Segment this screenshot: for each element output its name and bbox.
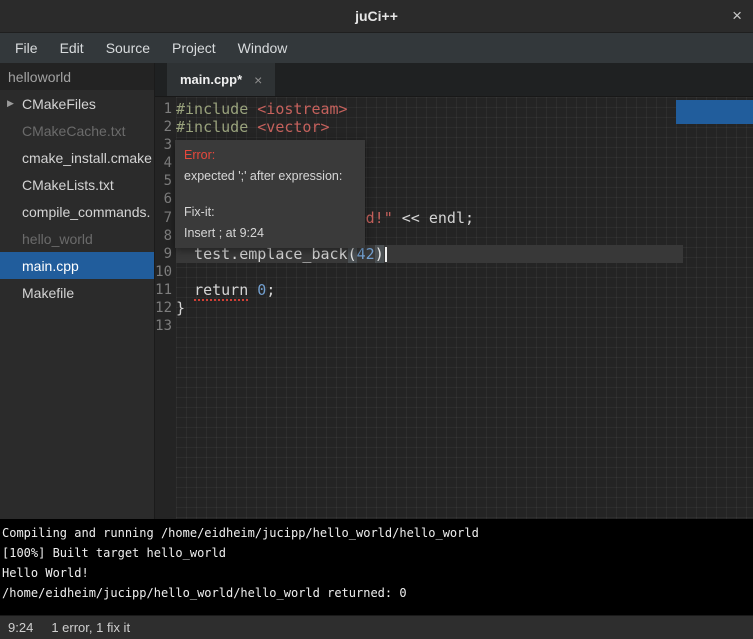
code-text: #include <vector> bbox=[176, 118, 753, 136]
menu-item-source[interactable]: Source bbox=[95, 33, 161, 63]
main-area: helloworld ▶ CMakeFiles CMakeCache.txt cmak… bbox=[0, 63, 753, 519]
code-token: #include bbox=[176, 118, 257, 136]
code-token: 0 bbox=[257, 281, 266, 299]
line-number: 8 bbox=[155, 227, 176, 245]
tree-item-label: compile_commands. bbox=[22, 204, 150, 220]
line-number: 1 bbox=[155, 100, 176, 118]
terminal-line: [100%] Built target hello_world bbox=[2, 543, 751, 563]
code-token: << endl; bbox=[393, 209, 474, 227]
code-token: } bbox=[176, 299, 185, 317]
project-name-header: helloworld bbox=[0, 63, 154, 90]
editor-pane: main.cpp*× 1#include <iostream>2#include… bbox=[155, 63, 753, 519]
tab-label: main.cpp* bbox=[180, 72, 242, 87]
code-token: <iostream> bbox=[257, 100, 347, 118]
expander-icon[interactable]: ▶ bbox=[7, 98, 14, 109]
line-number: 5 bbox=[155, 172, 176, 190]
app-window: juCi++ × FileEditSourceProjectWindow hel… bbox=[0, 0, 753, 639]
code-token: d!" bbox=[366, 209, 393, 227]
code-text: #include <iostream> bbox=[176, 100, 753, 118]
tooltip-fixit-message: Insert ; at 9:24 bbox=[184, 226, 356, 240]
line-number: 9 bbox=[155, 245, 176, 263]
code-line-2[interactable]: 2#include <vector> bbox=[155, 118, 753, 136]
code-token: #include bbox=[176, 100, 257, 118]
code-line-10[interactable]: 10 bbox=[155, 263, 753, 281]
line-number: 4 bbox=[155, 154, 176, 172]
code-token bbox=[176, 281, 194, 299]
tree-item-cmakefiles[interactable]: ▶ CMakeFiles bbox=[0, 90, 154, 117]
tooltip-fixit-title: Fix-it: bbox=[184, 205, 356, 219]
line-number: 11 bbox=[155, 281, 176, 299]
tree-item-compile-commands[interactable]: compile_commands. bbox=[0, 198, 154, 225]
sidebar: helloworld ▶ CMakeFiles CMakeCache.txt cmak… bbox=[0, 63, 155, 519]
terminal-line: Hello World! bbox=[2, 563, 751, 583]
titlebar[interactable]: juCi++ × bbox=[0, 0, 753, 33]
tree-item-label: Makefile bbox=[22, 285, 74, 301]
code-token bbox=[248, 281, 257, 299]
line-number: 3 bbox=[155, 136, 176, 154]
line-number: 6 bbox=[155, 190, 176, 208]
scrollbar-thumb[interactable] bbox=[676, 100, 753, 124]
tab-close-icon[interactable]: × bbox=[254, 72, 262, 88]
tree-item-label: CMakeFiles bbox=[22, 96, 96, 112]
text-cursor bbox=[385, 247, 387, 262]
cursor-position: 9:24 bbox=[8, 620, 33, 635]
menu-item-edit[interactable]: Edit bbox=[49, 33, 95, 63]
line-number: 10 bbox=[155, 263, 176, 281]
tree-item-makefile[interactable]: Makefile bbox=[0, 279, 154, 306]
code-text bbox=[176, 317, 753, 335]
tab-main-cpp[interactable]: main.cpp* × bbox=[167, 63, 275, 96]
code-line-12[interactable]: 12} bbox=[155, 299, 753, 317]
line-number: 2 bbox=[155, 118, 176, 136]
terminal-line: Compiling and running /home/eidheim/juci… bbox=[2, 523, 751, 543]
tooltip-error-message: expected ';' after expression: bbox=[184, 169, 356, 183]
tree-item-cmakelists-txt[interactable]: CMakeLists.txt bbox=[0, 171, 154, 198]
tree-item-main-cpp[interactable]: main.cpp bbox=[0, 252, 154, 279]
window-title: juCi++ bbox=[355, 8, 398, 24]
code-line-11[interactable]: 11 return 0; bbox=[155, 281, 753, 299]
menu-item-project[interactable]: Project bbox=[161, 33, 227, 63]
code-token: ; bbox=[266, 281, 275, 299]
code-token: return bbox=[194, 281, 248, 301]
tree-item-label: CMakeCache.txt bbox=[22, 123, 125, 139]
tree-item-label: cmake_install.cmake bbox=[22, 150, 152, 166]
menubar: FileEditSourceProjectWindow bbox=[0, 33, 753, 63]
code-text: } bbox=[176, 299, 753, 317]
close-window-icon[interactable]: × bbox=[732, 0, 742, 32]
line-number: 7 bbox=[155, 209, 176, 227]
terminal-line: /home/eidheim/jucipp/hello_world/hello_w… bbox=[2, 583, 751, 603]
line-number: 13 bbox=[155, 317, 176, 335]
tabbar: main.cpp* × bbox=[155, 63, 753, 97]
code-text bbox=[176, 263, 753, 281]
diagnostics-status: 1 error, 1 fix it bbox=[51, 620, 130, 635]
menu-item-window[interactable]: Window bbox=[227, 33, 299, 63]
menu-item-file[interactable]: File bbox=[4, 33, 49, 63]
code-token: ) bbox=[375, 245, 384, 263]
tree-item-hello-world[interactable]: hello_world bbox=[0, 225, 154, 252]
line-number: 12 bbox=[155, 299, 176, 317]
tooltip-error-title: Error: bbox=[184, 148, 356, 162]
tree-item-label: CMakeLists.txt bbox=[22, 177, 114, 193]
tree-item-cmake-install-cmake[interactable]: cmake_install.cmake bbox=[0, 144, 154, 171]
tree-item-label: hello_world bbox=[22, 231, 93, 247]
code-line-1[interactable]: 1#include <iostream> bbox=[155, 100, 753, 118]
tree-item-cmakecache-txt[interactable]: CMakeCache.txt bbox=[0, 117, 154, 144]
tree-item-label: main.cpp bbox=[22, 258, 79, 274]
code-text: return 0; bbox=[176, 281, 753, 299]
editor[interactable]: 1#include <iostream>2#include <vector>34… bbox=[155, 97, 753, 519]
code-token: <vector> bbox=[257, 118, 329, 136]
code-line-13[interactable]: 13 bbox=[155, 317, 753, 335]
terminal-output: Compiling and running /home/eidheim/juci… bbox=[0, 519, 753, 615]
error-tooltip: Error: expected ';' after expression: Fi… bbox=[175, 140, 365, 248]
statusbar: 9:24 1 error, 1 fix it bbox=[0, 615, 753, 639]
file-tree: ▶ CMakeFiles CMakeCache.txt cmake_install.c… bbox=[0, 90, 154, 306]
